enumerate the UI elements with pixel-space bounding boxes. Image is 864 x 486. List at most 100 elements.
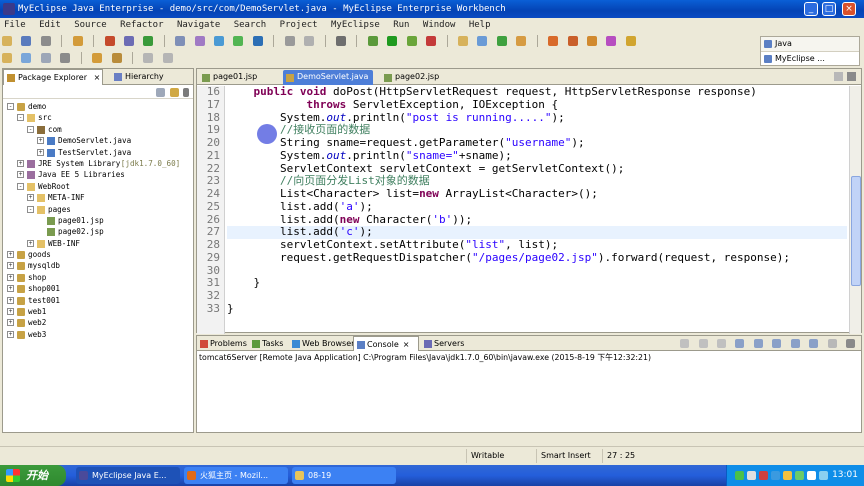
maximize-pane-icon[interactable] bbox=[847, 72, 856, 81]
collapse-icon[interactable]: - bbox=[17, 114, 24, 122]
scroll-lock-icon[interactable] bbox=[753, 339, 763, 348]
bookmark-icon[interactable] bbox=[625, 36, 636, 46]
back-arrow-icon[interactable] bbox=[143, 53, 154, 63]
build-icon[interactable] bbox=[233, 36, 244, 46]
terminal-icon[interactable] bbox=[336, 36, 347, 46]
next-annotation-icon[interactable] bbox=[92, 53, 103, 63]
pin-console-icon[interactable] bbox=[772, 339, 782, 348]
expand-icon[interactable]: + bbox=[37, 148, 44, 156]
team-sync-icon[interactable] bbox=[284, 36, 295, 46]
db-explorer-icon[interactable] bbox=[175, 36, 186, 46]
tree-item[interactable]: + WEB-INF bbox=[3, 238, 193, 249]
security-icon[interactable] bbox=[783, 471, 792, 480]
run-icon[interactable] bbox=[387, 36, 398, 46]
tree-item[interactable]: - pages bbox=[3, 204, 193, 215]
run-last-icon[interactable] bbox=[406, 36, 417, 46]
code-line[interactable]: } bbox=[227, 276, 847, 290]
external-tools-icon[interactable] bbox=[426, 36, 437, 46]
expand-icon[interactable]: + bbox=[7, 330, 14, 338]
minimize-pane-icon[interactable] bbox=[827, 339, 837, 348]
tree-item[interactable]: + test001 bbox=[3, 295, 193, 306]
collapse-icon[interactable]: - bbox=[27, 125, 34, 133]
task-myeclipse[interactable]: MyEclipse Java E... bbox=[76, 467, 180, 484]
tree-item[interactable]: + goods bbox=[3, 249, 193, 260]
tree-item[interactable]: + shop bbox=[3, 272, 193, 283]
uml-icon[interactable] bbox=[194, 36, 205, 46]
minimize-button[interactable]: _ bbox=[804, 2, 818, 16]
expand-icon[interactable]: + bbox=[7, 262, 14, 270]
history-icon[interactable] bbox=[304, 36, 315, 46]
previous-annotation-icon[interactable] bbox=[111, 53, 122, 63]
menu-window[interactable]: Window bbox=[423, 20, 456, 30]
tab-package-explorer[interactable]: Package Explorer × bbox=[3, 69, 103, 85]
remove-all-icon[interactable] bbox=[717, 339, 727, 348]
new-package-icon[interactable] bbox=[477, 36, 488, 46]
tab-page01-jsp[interactable]: page01.jsp bbox=[199, 70, 277, 85]
start-button[interactable]: 开始 bbox=[0, 465, 66, 486]
task-firefox[interactable]: 火狐主页 - Mozil... bbox=[184, 467, 288, 484]
console-output[interactable] bbox=[197, 364, 861, 430]
new-wizard-icon[interactable] bbox=[2, 36, 12, 46]
tree-item[interactable]: - src bbox=[3, 112, 193, 123]
code-line[interactable] bbox=[227, 290, 847, 303]
collapse-icon[interactable]: - bbox=[27, 205, 34, 213]
tree-item[interactable]: + shop001 bbox=[3, 283, 193, 294]
print-icon[interactable] bbox=[40, 36, 51, 46]
tree-item[interactable]: - demo bbox=[3, 101, 193, 112]
open-folder-icon[interactable] bbox=[548, 36, 559, 46]
expand-icon[interactable]: + bbox=[37, 137, 44, 145]
pen-icon[interactable] bbox=[606, 36, 617, 46]
volume-icon[interactable] bbox=[747, 471, 756, 480]
ime-icon[interactable] bbox=[771, 471, 780, 480]
recorder-icon[interactable] bbox=[807, 471, 816, 480]
tab-console[interactable]: Console × bbox=[353, 336, 419, 351]
close-tab-icon[interactable]: × bbox=[94, 73, 101, 82]
tab-tasks[interactable]: Tasks bbox=[249, 336, 287, 351]
maximize-pane-icon[interactable] bbox=[846, 339, 855, 348]
block-selection-icon[interactable] bbox=[40, 53, 51, 63]
remove-launch-icon[interactable] bbox=[698, 339, 708, 348]
new-class-icon[interactable] bbox=[496, 36, 507, 46]
deploy-icon[interactable] bbox=[104, 36, 115, 46]
collapse-icon[interactable]: - bbox=[17, 182, 24, 190]
tab-hierarchy[interactable]: Hierarchy bbox=[111, 69, 181, 85]
expand-icon[interactable]: + bbox=[17, 171, 24, 179]
search-icon[interactable] bbox=[586, 36, 597, 46]
menu-file[interactable]: File bbox=[4, 20, 26, 30]
run-server-icon[interactable] bbox=[143, 36, 154, 46]
code-area[interactable]: public void doPost(HttpServletRequest re… bbox=[227, 86, 847, 334]
close-tab-icon[interactable]: × bbox=[403, 340, 410, 349]
display-console-icon[interactable] bbox=[790, 339, 800, 348]
tab-servers[interactable]: Servers bbox=[421, 336, 473, 351]
tab-demoservlet-java[interactable]: DemoServlet.java × bbox=[283, 70, 373, 95]
menu-navigate[interactable]: Navigate bbox=[177, 20, 220, 30]
expand-icon[interactable]: + bbox=[7, 285, 14, 293]
clear-console-icon[interactable] bbox=[735, 339, 745, 348]
menu-project[interactable]: Project bbox=[280, 20, 318, 30]
menu-refactor[interactable]: Refactor bbox=[120, 20, 163, 30]
tree-item[interactable]: + web3 bbox=[3, 329, 193, 340]
tree-item[interactable]: + Java EE 5 Libraries bbox=[3, 169, 193, 180]
toggle-breadcrumb-icon[interactable] bbox=[21, 53, 32, 63]
open-task-icon[interactable] bbox=[567, 36, 578, 46]
task-folder[interactable]: 08-19 bbox=[292, 467, 396, 484]
collapse-all-icon[interactable] bbox=[156, 88, 165, 97]
open-type-icon[interactable] bbox=[72, 36, 83, 46]
display-icon[interactable] bbox=[819, 471, 828, 480]
tree-item[interactable]: + JRE System Library [jdk1.7.0_60] bbox=[3, 158, 193, 169]
debug-icon[interactable] bbox=[367, 36, 378, 46]
minimize-pane-icon[interactable] bbox=[834, 72, 843, 81]
maximize-button[interactable]: □ bbox=[822, 2, 836, 16]
expand-icon[interactable]: + bbox=[7, 273, 14, 281]
show-whitespace-icon[interactable] bbox=[60, 53, 71, 63]
collapse-icon[interactable]: - bbox=[7, 103, 14, 110]
tab-problems[interactable]: Problems bbox=[197, 336, 247, 351]
menu-run[interactable]: Run bbox=[393, 20, 409, 30]
terminate-icon[interactable] bbox=[680, 339, 690, 348]
web-browser-icon[interactable] bbox=[214, 36, 225, 46]
expand-icon[interactable]: + bbox=[17, 159, 24, 167]
tab-page02-jsp[interactable]: page02.jsp bbox=[381, 70, 459, 85]
tree-item[interactable]: + web2 bbox=[3, 317, 193, 328]
tree-item[interactable]: + META-INF bbox=[3, 192, 193, 203]
antivirus-icon[interactable] bbox=[759, 471, 768, 480]
